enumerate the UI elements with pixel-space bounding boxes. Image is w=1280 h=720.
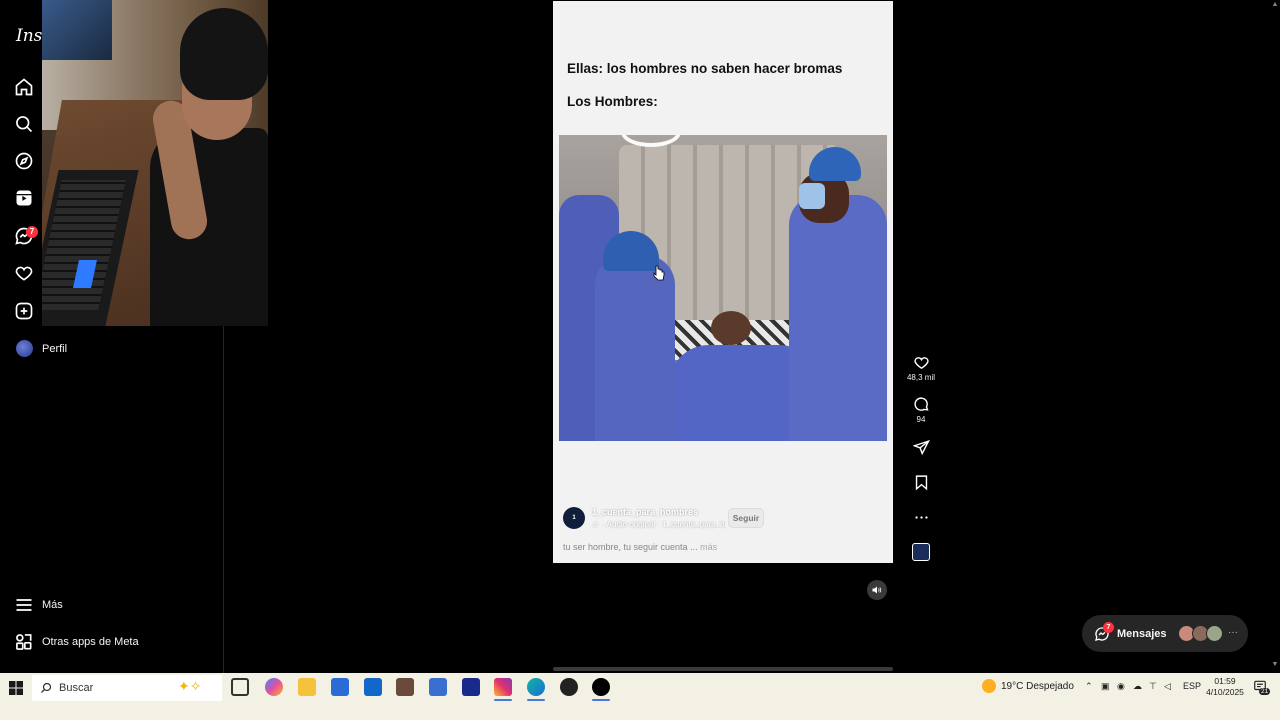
hand-cursor-icon <box>653 265 665 281</box>
network-icon[interactable]: ⊤ <box>1149 681 1157 692</box>
screen: Inst 7 Perfil Más Otras apps de Meta Ell… <box>0 0 1280 720</box>
more-link[interactable]: más <box>700 542 717 552</box>
tiktok-icon[interactable] <box>592 678 610 696</box>
reel-video[interactable] <box>559 135 887 441</box>
post-caption-line-2: Los Hombres: <box>567 94 658 109</box>
task-view-icon[interactable] <box>231 678 249 696</box>
like-count: 48,3 mil <box>906 373 935 382</box>
video-doctor-mask <box>799 183 825 209</box>
search-icon <box>41 682 52 693</box>
more-contacts-icon: ··· <box>1228 627 1238 638</box>
webcam-overlay <box>42 0 268 326</box>
more-options-action[interactable] <box>908 509 934 526</box>
clock-time: 01:59 <box>1214 676 1236 686</box>
onedrive-icon[interactable]: ☁ <box>1133 681 1142 692</box>
menu-icon[interactable] <box>14 595 34 615</box>
copilot-icon[interactable] <box>265 678 283 696</box>
post-caption-line-1: Ellas: los hombres no saben hacer bromas <box>567 61 843 76</box>
messages-label: Mensajes <box>1117 628 1167 640</box>
notification-center[interactable]: 21 <box>1253 679 1271 695</box>
like-icon[interactable] <box>913 354 930 371</box>
more-options-icon[interactable] <box>913 509 930 526</box>
active-app-indicator <box>494 699 512 701</box>
taskbar-search[interactable]: Buscar ✦✧ <box>32 675 222 701</box>
edge-icon[interactable] <box>527 678 545 696</box>
speaker-icon <box>872 586 882 594</box>
webcam-monitor <box>42 0 112 60</box>
explore-icon[interactable] <box>14 151 34 171</box>
messages-count-badge: 7 <box>1103 622 1114 633</box>
copilot-sparkle-icon[interactable]: ✦✧ <box>178 678 201 695</box>
scroll-up-arrow[interactable]: ▲ <box>1270 1 1280 9</box>
create-icon[interactable] <box>14 301 34 321</box>
more-link[interactable]: Más <box>42 599 63 611</box>
author-name[interactable]: 1_cuenta_para_hombres <box>592 507 698 517</box>
tray-app-icon[interactable]: ◉ <box>1117 681 1125 692</box>
windows-taskbar: Buscar ✦✧ 19°C Despejado ⌃ ▣ ◉ ☁ ⊤ ◁ ESP… <box>0 673 1280 720</box>
profile-link[interactable]: Perfil <box>42 343 67 355</box>
share-icon[interactable] <box>912 439 930 456</box>
home-icon[interactable] <box>14 77 34 97</box>
clock-date: 4/10/2025 <box>1206 687 1244 697</box>
sound-toggle[interactable] <box>867 580 887 600</box>
volume-icon[interactable]: ◁ <box>1164 681 1171 692</box>
video-doctor-middle <box>595 255 675 441</box>
messages-badge: 7 <box>26 226 38 238</box>
app-icon[interactable] <box>462 678 480 696</box>
active-app-indicator <box>592 699 610 701</box>
outlook-icon[interactable] <box>364 678 382 696</box>
like-action[interactable]: 48,3 mil <box>907 354 935 382</box>
meta-apps-link[interactable]: Otras apps de Meta <box>42 636 139 648</box>
audio-info[interactable]: ♬ · Audio original · 1_cuenta_para_hombr… <box>592 520 726 529</box>
comment-count: 94 <box>916 415 926 424</box>
profile-avatar[interactable] <box>16 340 33 357</box>
post-description: tu ser hombre, tu seguir cuenta ... más <box>563 542 717 552</box>
weather-widget[interactable]: 19°C Despejado <box>1001 681 1074 692</box>
clock[interactable]: 01:59 4/10/2025 <box>1200 676 1250 698</box>
weather-icon[interactable] <box>982 679 996 693</box>
active-app-indicator <box>527 699 545 701</box>
post-description-text: tu ser hombre, tu seguir cuenta ... <box>563 542 698 552</box>
reel-post[interactable]: Ellas: los hombres no saben hacer bromas… <box>553 1 893 563</box>
comment-action[interactable]: 94 <box>908 396 934 424</box>
file-explorer-icon[interactable] <box>298 678 316 696</box>
search-icon[interactable] <box>14 114 34 134</box>
horizontal-scrollbar[interactable] <box>553 667 893 671</box>
app-icon[interactable] <box>396 678 414 696</box>
taskbar-search-label: Buscar <box>59 682 94 694</box>
video-patient-face <box>711 311 751 345</box>
author-avatar[interactable]: 1 <box>563 507 585 529</box>
bookmark-icon[interactable] <box>913 474 930 491</box>
contact-avatar <box>1206 625 1223 642</box>
video-doctor-right <box>789 195 887 441</box>
audio-thumbnail[interactable] <box>912 543 930 561</box>
notification-count: 21 <box>1259 688 1271 695</box>
share-action[interactable] <box>908 439 934 456</box>
save-action[interactable] <box>908 474 934 491</box>
app-icon[interactable] <box>560 678 578 696</box>
follow-button[interactable]: Seguir <box>728 508 764 528</box>
webcam-person-beanie <box>180 8 268 100</box>
tray-expand-icon[interactable]: ⌃ <box>1085 681 1093 692</box>
app-icon[interactable] <box>429 678 447 696</box>
tray-app-icon[interactable]: ▣ <box>1101 681 1110 692</box>
instagram-icon[interactable] <box>494 678 512 696</box>
comment-icon[interactable] <box>913 396 930 413</box>
language-indicator[interactable]: ESP <box>1183 681 1201 691</box>
reels-icon[interactable] <box>14 188 34 208</box>
heart-icon[interactable] <box>14 263 34 283</box>
messages-button[interactable]: 7 Mensajes ··· <box>1082 615 1248 652</box>
meta-apps-icon[interactable] <box>14 632 34 652</box>
scroll-down-arrow[interactable]: ▼ <box>1270 661 1280 669</box>
store-icon[interactable] <box>331 678 349 696</box>
windows-start-icon[interactable] <box>8 680 24 696</box>
